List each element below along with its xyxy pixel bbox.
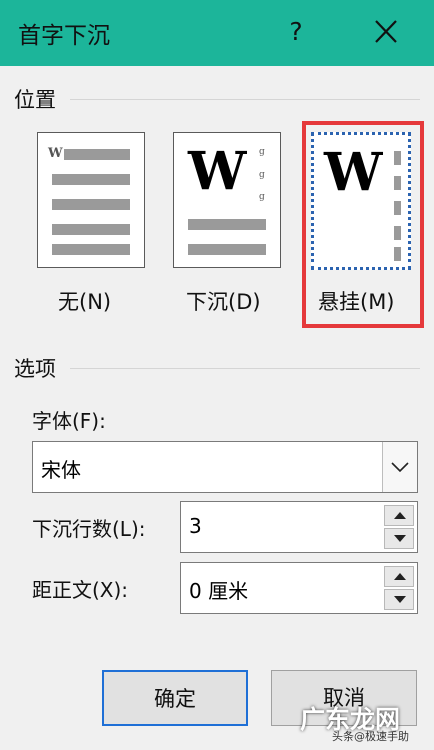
lines-value[interactable]: 3 [189,514,202,538]
tiny-glyph: g [259,170,265,180]
preview-hanging[interactable]: W [311,132,411,270]
help-button[interactable]: ? [276,12,316,52]
text-line [394,176,401,190]
option-hanging-label[interactable]: 悬挂(M) [318,286,395,316]
arrow-up-icon [394,512,406,519]
tiny-glyph: g [259,192,265,202]
ok-button[interactable]: 确定 [102,670,248,726]
big-w-glyph: W [324,142,383,203]
distance-spinner[interactable]: 0 厘米 [180,562,418,614]
text-line [188,244,266,255]
small-w-glyph: W [48,146,63,161]
distance-up-button[interactable] [384,566,414,587]
option-drop-label[interactable]: 下沉(D) [186,286,261,316]
lines-up-button[interactable] [384,505,414,526]
text-line [64,149,130,160]
font-value: 宋体 [41,458,81,482]
distance-down-button[interactable] [384,589,414,610]
font-label: 字体(F): [32,409,106,433]
close-icon [375,20,397,43]
close-button[interactable] [364,12,408,52]
watermark-small: 头条@极速手助 [332,730,409,743]
text-line [52,174,130,185]
font-combobox[interactable]: 宋体 [32,441,418,493]
text-line [188,219,266,230]
text-line [52,199,130,210]
text-line [394,226,401,240]
tiny-glyph: g [259,147,265,157]
lines-down-button[interactable] [384,528,414,549]
text-line [52,224,130,235]
big-w-glyph: W [188,141,247,202]
font-dropdown-button[interactable] [382,442,417,492]
title-bar: 首字下沉 ? [0,0,434,66]
arrow-down-icon [394,596,406,603]
position-group-label: 位置 [14,88,56,112]
preview-drop[interactable]: W g g g [173,132,281,268]
text-line [394,247,401,261]
arrow-down-icon [394,535,406,542]
text-line [52,244,130,255]
lines-label: 下沉行数(L): [32,517,146,541]
text-line [394,151,401,165]
arrow-up-icon [394,573,406,580]
position-divider [70,99,420,100]
option-none-label[interactable]: 无(N) [58,286,111,316]
distance-label: 距正文(X): [32,578,129,602]
dialog-title: 首字下沉 [18,23,110,49]
lines-spinner[interactable]: 3 [180,501,418,553]
preview-none[interactable]: W [37,132,145,268]
chevron-down-icon [391,462,409,473]
options-group-label: 选项 [14,357,56,381]
text-line [394,201,401,215]
options-divider [70,368,420,369]
distance-value[interactable]: 0 厘米 [189,575,248,604]
